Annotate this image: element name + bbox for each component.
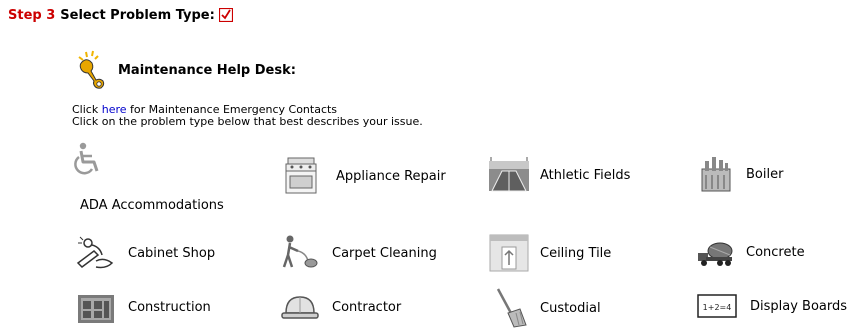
hard-hat-icon (281, 296, 319, 319)
construction-icon (78, 295, 114, 323)
step-title: Select Problem Type: (60, 7, 215, 23)
wrench-icon (78, 50, 105, 89)
construction-label: Construction (128, 299, 211, 315)
problem-type-construction[interactable]: Construction (74, 287, 211, 327)
contractor-label: Contractor (332, 299, 402, 315)
problem-type-concrete[interactable]: Concrete (696, 233, 805, 271)
instruction-line: Click on the problem type below that bes… (72, 115, 423, 128)
problem-type-carpet-cleaning[interactable]: Carpet Cleaning (278, 233, 437, 273)
problem-type-contractor[interactable]: Contractor (278, 287, 401, 327)
desk-title: Maintenance Help Desk: (118, 62, 296, 78)
concrete-label: Concrete (746, 244, 805, 260)
cabinet-shop-label: Cabinet Shop (128, 245, 216, 261)
chalkboard-icon: 1+2=4 (697, 294, 737, 318)
problem-type-boiler[interactable]: Boiler (696, 155, 783, 193)
problem-type-athletic-fields[interactable]: Athletic Fields (488, 155, 630, 195)
step-header: Step 3 Select Problem Type: (8, 4, 233, 26)
chalkboard-icon-text: 1+2=4 (703, 303, 732, 312)
problem-type-ada-accommodations[interactable]: ADA Accommodations (72, 142, 272, 224)
boiler-icon (701, 157, 731, 192)
display-boards-label: Display Boards (750, 298, 848, 314)
checkbox-checked-icon (218, 8, 233, 22)
athletic-field-icon (489, 157, 529, 192)
carpet-cleaning-label: Carpet Cleaning (332, 245, 437, 261)
vacuum-icon (282, 235, 318, 268)
problem-type-ceiling-tile[interactable]: Ceiling Tile (488, 233, 611, 273)
problem-type-custodial[interactable]: Custodial (488, 287, 601, 329)
appliance-repair-label: Appliance Repair (336, 168, 446, 184)
ceiling-tile-icon (489, 234, 529, 272)
problem-type-cabinet-shop[interactable]: Cabinet Shop (74, 233, 215, 273)
custodial-label: Custodial (540, 300, 601, 316)
maintenance-help-desk-heading: Maintenance Help Desk: (74, 50, 296, 90)
athletic-fields-label: Athletic Fields (540, 167, 631, 183)
intro-text: Click here for Maintenance Emergency Con… (72, 104, 423, 128)
cement-mixer-icon (698, 242, 733, 266)
step-number: Step 3 (8, 7, 56, 23)
problem-type-appliance-repair[interactable]: Appliance Repair (278, 155, 446, 197)
boiler-label: Boiler (746, 166, 784, 182)
stove-icon (285, 157, 317, 194)
ada-label: ADA Accommodations (80, 198, 224, 213)
problem-type-display-boards[interactable]: 1+2=4 Display Boards (696, 287, 847, 325)
woodworker-icon (76, 236, 114, 269)
wheelchair-icon (74, 142, 99, 175)
broom-icon (496, 288, 527, 328)
ceiling-tile-label: Ceiling Tile (540, 245, 612, 261)
